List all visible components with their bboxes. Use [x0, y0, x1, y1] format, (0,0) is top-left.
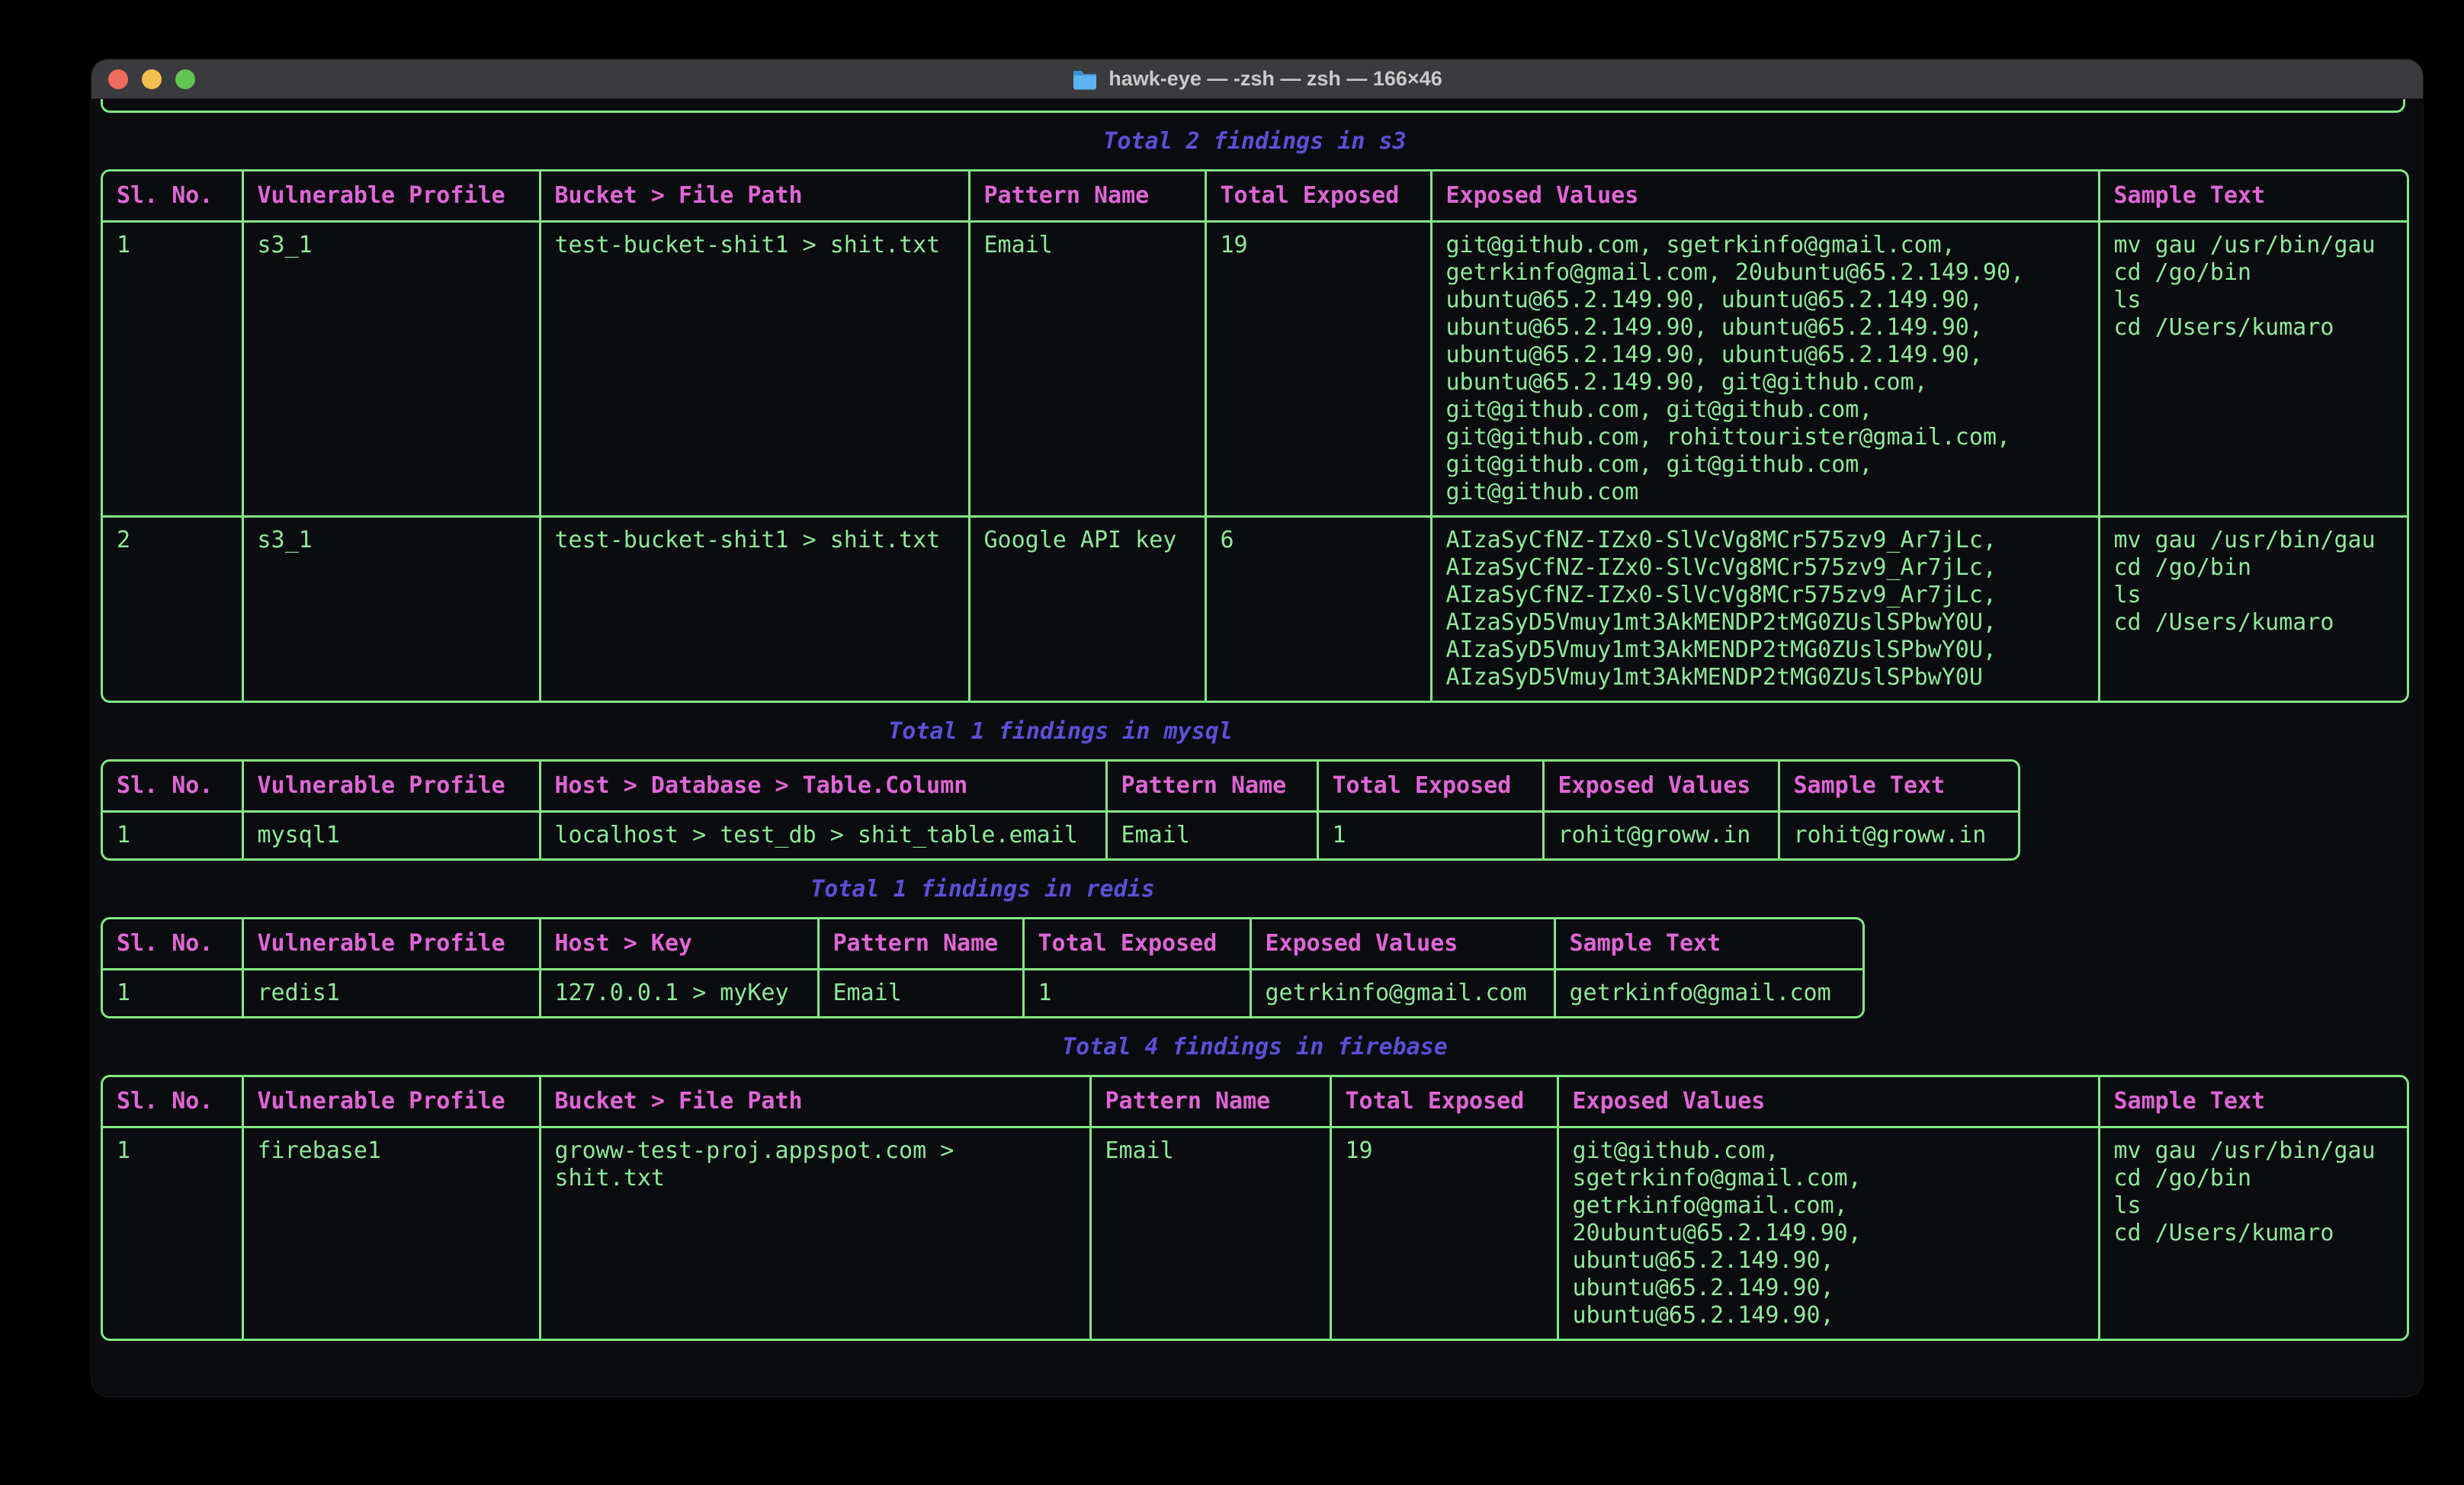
- table-cell: 1: [103, 1127, 242, 1339]
- titlebar[interactable]: hawk-eye — -zsh — zsh — 166×46: [91, 59, 2423, 99]
- table-header-row: Sl. No.Vulnerable ProfileHost > Database…: [103, 762, 2018, 812]
- minimize-button[interactable]: [142, 69, 162, 89]
- window-title-text: hawk-eye — -zsh — zsh — 166×46: [1108, 67, 1442, 91]
- table-cell: redis1: [242, 970, 540, 1017]
- table-cell: Google API key: [969, 517, 1205, 701]
- section-firebase: Total 4 findings in firebase Sl. No.Vuln…: [101, 1034, 2409, 1341]
- table-header-cell: Total Exposed: [1330, 1077, 1558, 1127]
- table-header-cell: Sl. No.: [103, 762, 242, 812]
- table-cell: 19: [1205, 222, 1431, 517]
- close-button[interactable]: [108, 69, 128, 89]
- findings-table: Sl. No.Vulnerable ProfileBucket > File P…: [101, 169, 2409, 703]
- table-cell: 1: [103, 970, 242, 1017]
- findings-table: Sl. No.Vulnerable ProfileHost > KeyPatte…: [101, 917, 1865, 1018]
- table-cell: mysql1: [242, 812, 540, 859]
- table-header-cell: Exposed Values: [1250, 919, 1554, 970]
- table-header-cell: Pattern Name: [1090, 1077, 1330, 1127]
- table-header-cell: Sample Text: [1554, 919, 1862, 970]
- section-title: Total 1 findings in redis: [101, 876, 1865, 903]
- table-header-cell: Sl. No.: [103, 1077, 242, 1127]
- table-header-cell: Sl. No.: [103, 919, 242, 970]
- table-cell: 127.0.0.1 > myKey: [540, 970, 818, 1017]
- table-header-cell: Pattern Name: [818, 919, 1023, 970]
- section-mysql: Total 1 findings in mysql Sl. No.Vulnera…: [101, 718, 2020, 861]
- table-header-cell: Pattern Name: [1106, 762, 1317, 812]
- table-cell: git@github.com, sgetrkinfo@gmail.com, ge…: [1558, 1127, 2099, 1339]
- folder-icon: [1072, 69, 1098, 90]
- terminal-window: hawk-eye — -zsh — zsh — 166×46 Total 2 f…: [91, 59, 2423, 1397]
- table-header-cell: Vulnerable Profile: [242, 1077, 540, 1127]
- traffic-lights: [108, 59, 195, 98]
- table-header-cell: Exposed Values: [1543, 762, 1779, 812]
- table-row: 1mysql1localhost > test_db > shit_table.…: [103, 812, 2018, 859]
- table-cell: 1: [103, 222, 242, 517]
- table-cell: Email: [818, 970, 1023, 1017]
- table-cell: test-bucket-shit1 > shit.txt: [540, 222, 969, 517]
- table-cell: Email: [1106, 812, 1317, 859]
- table-cell: groww-test-proj.appspot.com > shit.txt: [540, 1127, 1090, 1339]
- table-header-row: Sl. No.Vulnerable ProfileBucket > File P…: [103, 172, 2407, 222]
- table-header-cell: Bucket > File Path: [540, 1077, 1090, 1127]
- table-row: 1s3_1test-bucket-shit1 > shit.txtEmail19…: [103, 222, 2407, 517]
- section-redis: Total 1 findings in redis Sl. No.Vulnera…: [101, 876, 1865, 1018]
- table-cell: mv gau /usr/bin/gau cd /go/bin ls cd /Us…: [2099, 1127, 2407, 1339]
- table-cell: rohit@groww.in: [1543, 812, 1779, 859]
- section-title: Total 2 findings in s3: [101, 128, 2409, 156]
- table-cell: AIzaSyCfNZ-IZx0-SlVcVg8MCr575zv9_Ar7jLc,…: [1431, 517, 2099, 701]
- findings-table: Sl. No.Vulnerable ProfileBucket > File P…: [101, 1075, 2409, 1341]
- table-header-cell: Total Exposed: [1317, 762, 1543, 812]
- sections: Total 2 findings in s3 Sl. No.Vulnerable…: [101, 128, 2423, 1341]
- table-header-cell: Exposed Values: [1431, 172, 2099, 222]
- table-cell: Email: [1090, 1127, 1330, 1339]
- table-header-cell: Total Exposed: [1205, 172, 1431, 222]
- table-header-cell: Vulnerable Profile: [242, 762, 540, 812]
- table-cell: 19: [1330, 1127, 1558, 1339]
- table-cell: firebase1: [242, 1127, 540, 1339]
- previous-table-bottom-edge: [101, 99, 2405, 113]
- table-header-cell: Sample Text: [1779, 762, 2018, 812]
- table-cell: 1: [1317, 812, 1543, 859]
- table-header-cell: Bucket > File Path: [540, 172, 969, 222]
- table-header-cell: Sample Text: [2099, 1077, 2407, 1127]
- table-cell: getrkinfo@gmail.com: [1554, 970, 1862, 1017]
- section-s3: Total 2 findings in s3 Sl. No.Vulnerable…: [101, 128, 2409, 703]
- table-header-cell: Host > Key: [540, 919, 818, 970]
- table-cell: getrkinfo@gmail.com: [1250, 970, 1554, 1017]
- table-header-cell: Sl. No.: [103, 172, 242, 222]
- table-row: 1firebase1groww-test-proj.appspot.com > …: [103, 1127, 2407, 1339]
- zoom-button[interactable]: [175, 69, 195, 89]
- table-cell: 2: [103, 517, 242, 701]
- table-cell: s3_1: [242, 517, 540, 701]
- table-header-cell: Vulnerable Profile: [242, 172, 540, 222]
- table-cell: mv gau /usr/bin/gau cd /go/bin ls cd /Us…: [2099, 222, 2407, 517]
- table-cell: localhost > test_db > shit_table.email: [540, 812, 1106, 859]
- table-header-cell: Total Exposed: [1023, 919, 1250, 970]
- table-header-row: Sl. No.Vulnerable ProfileBucket > File P…: [103, 1077, 2407, 1127]
- section-title: Total 1 findings in mysql: [101, 718, 2020, 746]
- findings-table: Sl. No.Vulnerable ProfileHost > Database…: [101, 759, 2020, 861]
- table-cell: rohit@groww.in: [1779, 812, 2018, 859]
- table-cell: 6: [1205, 517, 1431, 701]
- terminal-screen[interactable]: Total 2 findings in s3 Sl. No.Vulnerable…: [91, 99, 2423, 1341]
- table-cell: test-bucket-shit1 > shit.txt: [540, 517, 969, 701]
- table-cell: 1: [103, 812, 242, 859]
- table-cell: s3_1: [242, 222, 540, 517]
- table-header-cell: Vulnerable Profile: [242, 919, 540, 970]
- table-header-row: Sl. No.Vulnerable ProfileHost > KeyPatte…: [103, 919, 1862, 970]
- table-row: 2s3_1test-bucket-shit1 > shit.txtGoogle …: [103, 517, 2407, 701]
- table-cell: mv gau /usr/bin/gau cd /go/bin ls cd /Us…: [2099, 517, 2407, 701]
- section-title: Total 4 findings in firebase: [101, 1034, 2409, 1061]
- table-cell: Email: [969, 222, 1205, 517]
- table-cell: git@github.com, sgetrkinfo@gmail.com, ge…: [1431, 222, 2099, 517]
- table-header-cell: Sample Text: [2099, 172, 2407, 222]
- table-header-cell: Pattern Name: [969, 172, 1205, 222]
- window-title: hawk-eye — -zsh — zsh — 166×46: [1072, 67, 1442, 91]
- table-header-cell: Exposed Values: [1558, 1077, 2099, 1127]
- table-cell: 1: [1023, 970, 1250, 1017]
- table-header-cell: Host > Database > Table.Column: [540, 762, 1106, 812]
- table-row: 1redis1127.0.0.1 > myKeyEmail1getrkinfo@…: [103, 970, 1862, 1017]
